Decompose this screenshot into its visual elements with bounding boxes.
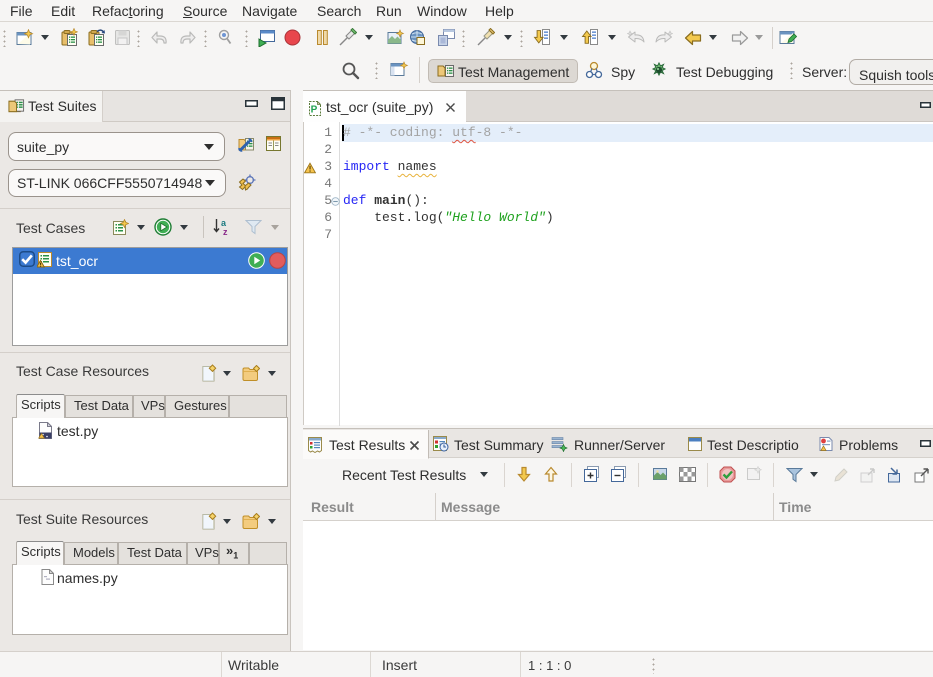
svg-text:z: z [223,227,228,236]
svg-text:P: P [311,105,318,116]
